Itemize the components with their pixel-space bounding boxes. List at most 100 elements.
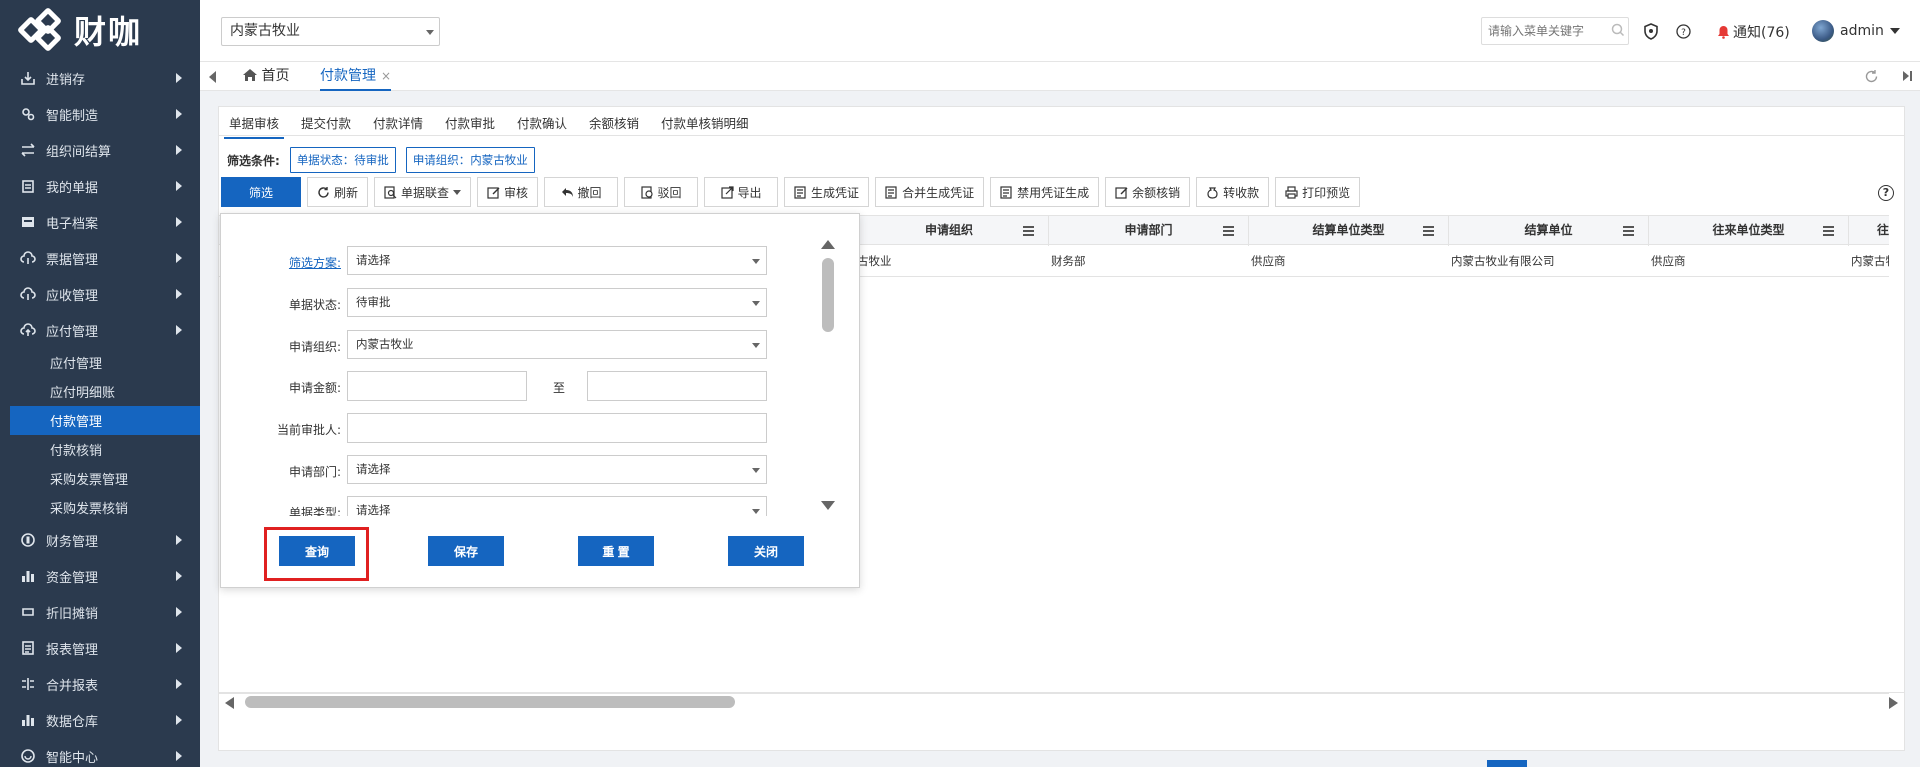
sidebar-item-reports[interactable]: 报表管理	[0, 630, 200, 666]
refresh-icon[interactable]	[1864, 69, 1879, 88]
column-menu-icon[interactable]	[1023, 226, 1034, 238]
generate-voucher-button[interactable]: 生成凭证	[784, 177, 870, 207]
sidebar-subitem-purchase-invoice[interactable]: 采购发票管理	[0, 464, 200, 493]
horizontal-scrollbar[interactable]	[219, 692, 1904, 710]
doc-type-select[interactable]: 请选择	[347, 496, 767, 516]
scroll-thumb[interactable]	[822, 258, 834, 332]
sidebar-item-smart-center[interactable]: 智能中心	[0, 738, 200, 767]
chevron-right-icon	[176, 535, 182, 545]
approver-input[interactable]	[347, 413, 767, 443]
chevron-right-icon	[176, 643, 182, 653]
subtab-writeoff-detail[interactable]: 付款单核销明细	[661, 113, 749, 132]
sidebar-item-receivables[interactable]: 应收管理	[0, 276, 200, 312]
sidebar-item-org-settlement[interactable]: 组织间结算	[0, 132, 200, 168]
tabs-scroll-left-icon[interactable]	[209, 71, 216, 83]
sidebar-item-inventory[interactable]: 进销存	[0, 60, 200, 96]
filter-button[interactable]: 筛选	[221, 177, 301, 207]
vertical-scrollbar[interactable]	[821, 240, 835, 510]
filter-form: 筛选方案: 请选择 单据状态: 待审批 申请组织: 内蒙古牧业 申请金额: 至 …	[221, 214, 811, 516]
print-preview-button[interactable]: 打印预览	[1275, 177, 1361, 207]
doc-search-icon	[384, 185, 397, 199]
sidebar-item-payables[interactable]: 应付管理	[0, 312, 200, 348]
balance-writeoff-button[interactable]: 余额核销	[1105, 177, 1191, 207]
subtab-payment-confirm[interactable]: 付款确认	[517, 113, 567, 132]
status-select[interactable]: 待审批	[347, 288, 767, 317]
close-icon[interactable]: ×	[381, 69, 391, 83]
subtab-submit-payment[interactable]: 提交付款	[301, 113, 351, 132]
notification-button[interactable]: 通知(76)	[1717, 22, 1790, 42]
chevron-down-icon	[453, 189, 462, 195]
tab-home[interactable]: 首页	[243, 62, 289, 91]
sidebar-subitem-payables[interactable]: 应付管理	[0, 348, 200, 377]
reject-button[interactable]: 驳回	[624, 177, 699, 207]
export-button[interactable]: 导出	[704, 177, 779, 207]
column-header[interactable]: 结算单位	[1449, 216, 1649, 246]
scroll-thumb[interactable]	[245, 696, 735, 708]
sidebar-subitem-payables-ledger[interactable]: 应付明细账	[0, 377, 200, 406]
disable-voucher-button[interactable]: 禁用凭证生成	[990, 177, 1100, 207]
subtab-payment-approval[interactable]: 付款审批	[445, 113, 495, 132]
subtab-document-review[interactable]: 单据审核	[223, 113, 285, 139]
subtab-balance-writeoff[interactable]: 余额核销	[589, 113, 639, 132]
column-header[interactable]: 往	[1849, 216, 1889, 246]
sidebar-subitem-payment-management[interactable]: 付款管理	[10, 406, 200, 435]
form-row-department: 申请部门: 请选择	[221, 455, 781, 485]
sidebar-item-consolidated-reports[interactable]: 合并报表	[0, 666, 200, 702]
shield-icon[interactable]	[1643, 23, 1659, 44]
scroll-left-icon[interactable]	[225, 697, 234, 709]
chevron-right-icon	[176, 289, 182, 299]
menu-search-input[interactable]	[1481, 17, 1629, 45]
column-menu-icon[interactable]	[1223, 226, 1234, 238]
column-header[interactable]: 申请部门	[1049, 216, 1249, 246]
sidebar-subitem-payment-writeoff[interactable]: 付款核销	[0, 435, 200, 464]
sidebar-item-funds[interactable]: 资金管理	[0, 558, 200, 594]
scroll-up-icon[interactable]	[821, 240, 835, 249]
column-menu-icon[interactable]	[1823, 226, 1834, 238]
org-select-field[interactable]: 内蒙古牧业	[347, 330, 767, 359]
filter-scheme-link[interactable]: 筛选方案:	[221, 254, 341, 271]
amount-min-input[interactable]	[347, 371, 527, 401]
user-menu[interactable]: admin	[1812, 20, 1900, 42]
filter-scheme-select[interactable]: 请选择	[347, 246, 767, 275]
chevron-right-icon	[176, 217, 182, 227]
edit-icon	[1115, 186, 1128, 199]
search-icon[interactable]	[1611, 23, 1625, 41]
transfer-receipt-button[interactable]: 转收款	[1196, 177, 1270, 207]
filter-tag-org[interactable]: 申请组织：内蒙古牧业	[405, 147, 535, 173]
sidebar-subitem-purchase-invoice-writeoff[interactable]: 采购发票核销	[0, 493, 200, 522]
help-icon[interactable]: ?	[1878, 185, 1894, 201]
scroll-right-icon[interactable]	[1889, 697, 1898, 709]
sidebar-item-data-warehouse[interactable]: 数据仓库	[0, 702, 200, 738]
pager-current-page[interactable]	[1487, 760, 1527, 767]
sidebar-item-manufacturing[interactable]: 智能制造	[0, 96, 200, 132]
column-menu-icon[interactable]	[1423, 226, 1434, 238]
save-button[interactable]: 保存	[428, 536, 504, 566]
close-button[interactable]: 关闭	[728, 536, 804, 566]
department-select[interactable]: 请选择	[347, 455, 767, 484]
column-header[interactable]: 结算单位类型	[1249, 216, 1449, 246]
column-menu-icon[interactable]	[1623, 226, 1634, 238]
chevron-right-icon	[176, 145, 182, 155]
reset-button[interactable]: 重 置	[578, 536, 654, 566]
subtab-payment-details[interactable]: 付款详情	[373, 113, 423, 132]
scroll-down-icon[interactable]	[821, 501, 835, 510]
tabs-scroll-right-icon[interactable]	[1900, 69, 1914, 87]
help-icon[interactable]: ?	[1676, 24, 1691, 43]
filter-tag-status[interactable]: 单据状态：待审批	[289, 147, 396, 173]
merge-generate-voucher-button[interactable]: 合并生成凭证	[875, 177, 985, 207]
refresh-button[interactable]: 刷新	[307, 177, 369, 207]
chevron-down-icon	[1889, 28, 1900, 34]
amount-max-input[interactable]	[587, 371, 767, 401]
withdraw-button[interactable]: 撤回	[544, 177, 619, 207]
sidebar-item-my-documents[interactable]: 我的单据	[0, 168, 200, 204]
column-header[interactable]: 往来单位类型	[1649, 216, 1849, 246]
doc-query-button[interactable]: 单据联查	[374, 177, 472, 207]
sidebar-item-e-archive[interactable]: 电子档案	[0, 204, 200, 240]
tab-payment-management[interactable]: 付款管理 ×	[320, 62, 392, 91]
column-header[interactable]: 申请组织	[849, 216, 1049, 246]
sidebar-item-depreciation[interactable]: 折旧摊销	[0, 594, 200, 630]
review-button[interactable]: 审核	[477, 177, 539, 207]
org-select[interactable]: 内蒙古牧业	[221, 17, 440, 46]
sidebar-item-finance[interactable]: 财务管理	[0, 522, 200, 558]
sidebar-item-bill-management[interactable]: 票据管理	[0, 240, 200, 276]
